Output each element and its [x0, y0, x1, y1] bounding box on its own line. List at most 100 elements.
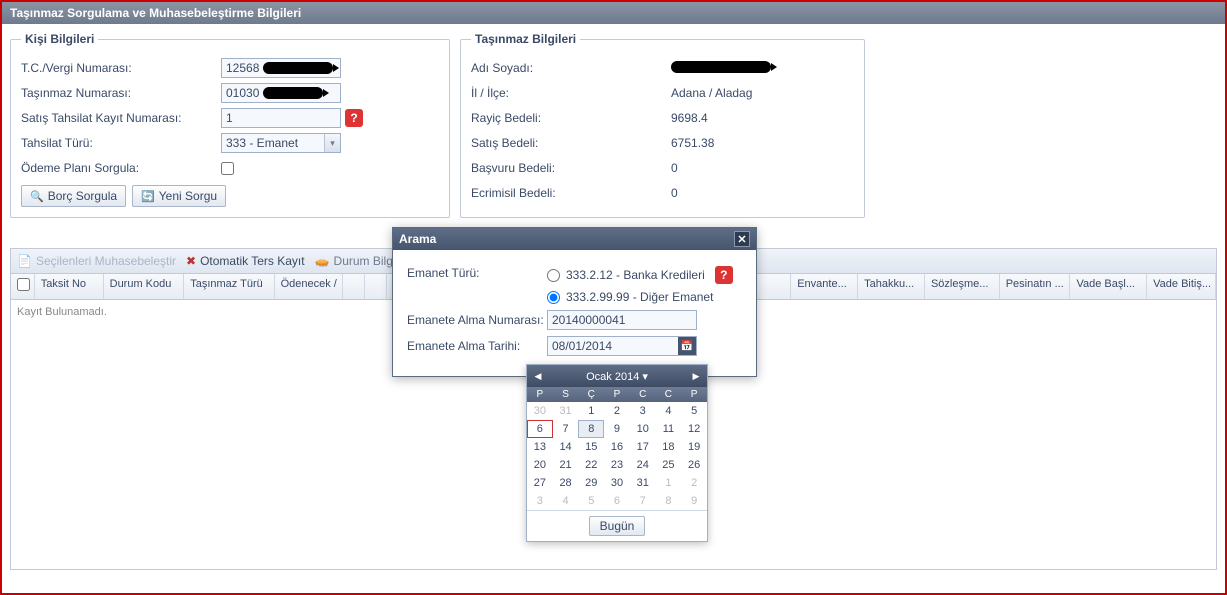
diger-emanet-radio[interactable]: [547, 291, 560, 304]
close-icon[interactable]: ✕: [734, 231, 750, 247]
kisi-bilgileri-panel: Kişi Bilgileri T.C./Vergi Numarası: Taşı…: [10, 32, 450, 218]
dow-cell: C: [630, 387, 656, 402]
calendar-day[interactable]: 26: [681, 456, 707, 474]
calendar-day[interactable]: 9: [681, 492, 707, 510]
next-month-button[interactable]: ▶: [689, 369, 703, 383]
tahsilat-label: Tahsilat Türü:: [21, 136, 221, 150]
il-value: Adana / Aladag: [671, 86, 854, 100]
grid-col[interactable]: [365, 274, 387, 299]
calendar-day[interactable]: 21: [553, 456, 579, 474]
today-label: Bugün: [600, 519, 635, 533]
calendar-day[interactable]: 2: [604, 402, 630, 420]
satis-input[interactable]: [221, 108, 341, 128]
calendar-day[interactable]: 16: [604, 438, 630, 456]
basvuru-label: Başvuru Bedeli:: [471, 161, 671, 175]
calendar-day[interactable]: 17: [630, 438, 656, 456]
calendar-day[interactable]: 30: [527, 402, 553, 420]
calendar-day[interactable]: 31: [553, 402, 579, 420]
calendar-day[interactable]: 3: [630, 402, 656, 420]
grid-col[interactable]: Tahakku...: [858, 274, 925, 299]
calendar-day[interactable]: 1: [578, 402, 604, 420]
tahsilat-combo[interactable]: [221, 133, 341, 153]
calendar-day[interactable]: 5: [578, 492, 604, 510]
dow-cell: P: [681, 387, 707, 402]
grid-col[interactable]: Taksit No: [35, 274, 104, 299]
calendar-day[interactable]: 13: [527, 438, 553, 456]
calendar-day[interactable]: 25: [656, 456, 682, 474]
grid-col[interactable]: Pesinatın ...: [1000, 274, 1071, 299]
banka-kredileri-label: 333.2.12 - Banka Kredileri: [566, 268, 705, 282]
emanet-numara-input[interactable]: [547, 310, 697, 330]
secilen-muhasebe-button[interactable]: 📄 Seçilenleri Muhasebeleştir: [17, 254, 176, 268]
calendar-day[interactable]: 12: [681, 420, 707, 438]
calendar-day[interactable]: 23: [604, 456, 630, 474]
calendar-day[interactable]: 1: [656, 474, 682, 492]
tasinmaz-bilgileri-panel: Taşınmaz Bilgileri Adı Soyadı: İl / İlçe…: [460, 32, 865, 218]
ecrimisil-label: Ecrimisil Bedeli:: [471, 186, 671, 200]
calendar-day[interactable]: 29: [578, 474, 604, 492]
dow-cell: S: [553, 387, 579, 402]
calendar-day[interactable]: 24: [630, 456, 656, 474]
calendar-day[interactable]: 10: [630, 420, 656, 438]
calendar-day[interactable]: 7: [553, 420, 579, 438]
calendar-day[interactable]: 9: [604, 420, 630, 438]
yeni-sorgu-label: Yeni Sorgu: [159, 189, 217, 203]
calendar-day[interactable]: 4: [553, 492, 579, 510]
calendar-month-label[interactable]: Ocak 2014 ▾: [586, 370, 648, 383]
grid-col[interactable]: Envante...: [791, 274, 858, 299]
modal-title: Arama: [399, 232, 436, 246]
ecrimisil-value: 0: [671, 186, 854, 200]
borc-sorgula-button[interactable]: 🔍 Borç Sorgula: [21, 185, 126, 207]
calendar-day[interactable]: 8: [656, 492, 682, 510]
tasno-label: Taşınmaz Numarası:: [21, 86, 221, 100]
select-all-checkbox[interactable]: [17, 278, 30, 291]
calendar-day[interactable]: 2: [681, 474, 707, 492]
grid-col[interactable]: Sözleşme...: [925, 274, 1000, 299]
prev-month-button[interactable]: ◀: [531, 369, 545, 383]
dow-cell: P: [604, 387, 630, 402]
tasinmaz-legend: Taşınmaz Bilgileri: [471, 32, 580, 46]
calendar-day[interactable]: 31: [630, 474, 656, 492]
calendar-day[interactable]: 22: [578, 456, 604, 474]
calendar-day[interactable]: 7: [630, 492, 656, 510]
calendar-day[interactable]: 3: [527, 492, 553, 510]
calendar-day[interactable]: 28: [553, 474, 579, 492]
help-icon[interactable]: ?: [715, 266, 733, 284]
dow-cell: C: [656, 387, 682, 402]
calendar-day[interactable]: 27: [527, 474, 553, 492]
yeni-sorgu-button[interactable]: 🔄 Yeni Sorgu: [132, 185, 226, 207]
calendar-day[interactable]: 4: [656, 402, 682, 420]
banka-kredileri-radio[interactable]: [547, 269, 560, 282]
calendar-day[interactable]: 19: [681, 438, 707, 456]
calendar-day[interactable]: 30: [604, 474, 630, 492]
page-title-bar: Taşınmaz Sorgulama ve Muhasebeleştirme B…: [2, 2, 1225, 24]
grid-col[interactable]: [343, 274, 365, 299]
rayic-value: 9698.4: [671, 111, 854, 125]
calendar-grid: 3031123456789101112131415161718192021222…: [527, 402, 707, 510]
odeme-label: Ödeme Planı Sorgula:: [21, 161, 221, 175]
calendar-day[interactable]: 6: [604, 492, 630, 510]
help-icon[interactable]: ?: [345, 109, 363, 127]
calendar-icon[interactable]: 📅: [678, 337, 696, 355]
calendar-day[interactable]: 20: [527, 456, 553, 474]
today-button[interactable]: Bugün: [589, 516, 646, 536]
grid-col[interactable]: Durum Kodu: [104, 274, 185, 299]
grid-col[interactable]: Taşınmaz Türü: [184, 274, 274, 299]
calendar-day[interactable]: 15: [578, 438, 604, 456]
emanet-tarih-label: Emanete Alma Tarihi:: [407, 339, 547, 353]
calendar-day[interactable]: 14: [553, 438, 579, 456]
calendar-day[interactable]: 11: [656, 420, 682, 438]
calendar-day[interactable]: 6: [527, 420, 553, 438]
chevron-down-icon[interactable]: ▾: [324, 134, 340, 152]
odeme-checkbox[interactable]: [221, 162, 234, 175]
grid-col[interactable]: [11, 274, 35, 299]
grid-col[interactable]: Vade Başl...: [1070, 274, 1147, 299]
calendar-day[interactable]: 8: [578, 420, 604, 438]
tc-label: T.C./Vergi Numarası:: [21, 61, 221, 75]
otomatik-ters-button[interactable]: ✖ Otomatik Ters Kayıt: [186, 254, 305, 268]
calendar-day[interactable]: 5: [681, 402, 707, 420]
grid-col[interactable]: Ödenecek /: [275, 274, 344, 299]
emanet-tarih-input[interactable]: [547, 336, 697, 356]
grid-col[interactable]: Vade Bitiş...: [1147, 274, 1216, 299]
calendar-day[interactable]: 18: [656, 438, 682, 456]
